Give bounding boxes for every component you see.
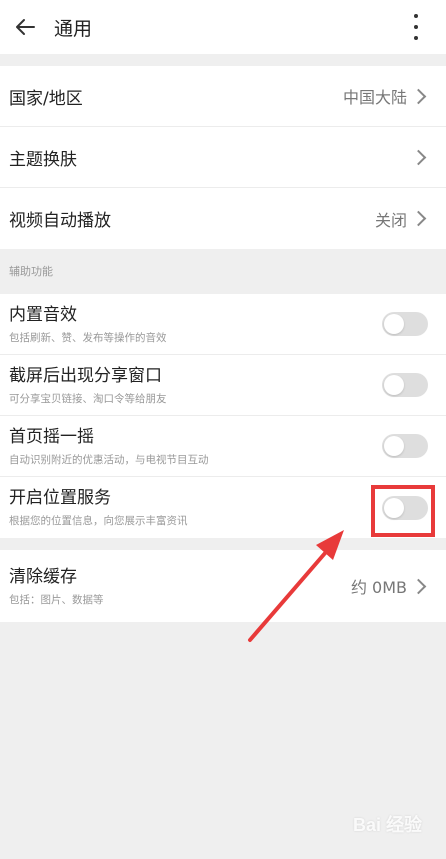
watermark: Bai 经验 [352, 815, 422, 835]
annotation-arrow-icon [248, 530, 344, 642]
